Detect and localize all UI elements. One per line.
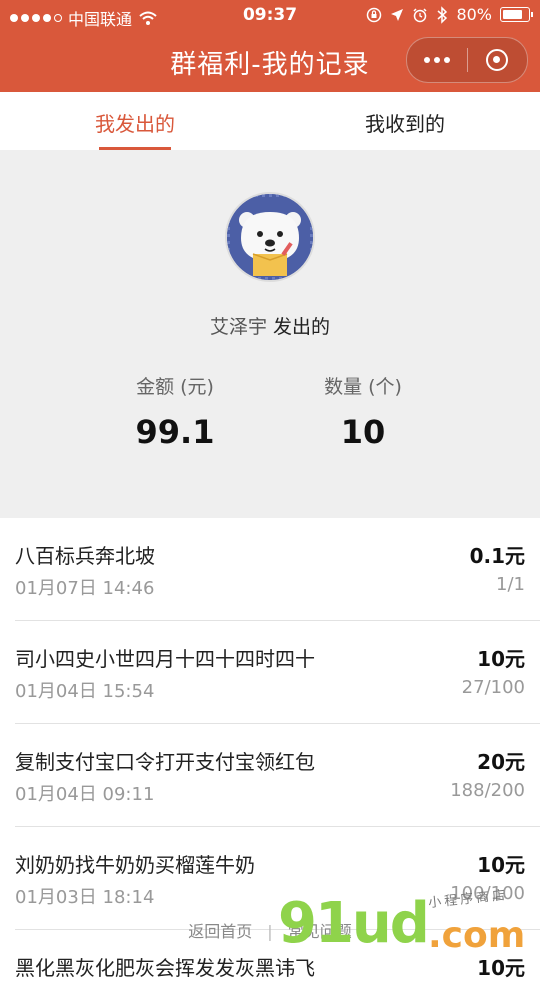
target-close-icon [486,49,509,71]
location-icon [391,8,404,21]
avatar [225,192,315,282]
amount-label: 金额 (元) [136,376,214,398]
record-amount: 0.1元 [469,544,525,568]
home-link[interactable]: 返回首页 [188,922,252,941]
watermark-small: 小程序商店 [427,887,509,912]
more-button[interactable] [407,38,467,82]
more-dots-icon [423,57,450,63]
alarm-icon [413,7,427,22]
record-date: 01月04日 09:11 [15,784,155,805]
record-date: 01月04日 15:54 [15,681,155,702]
tab-received-label: 我收到的 [365,112,445,136]
record-count: 1/1 [496,574,525,595]
count-value: 10 [340,413,386,451]
bluetooth-icon [437,5,448,24]
battery-icon [500,7,533,22]
record-count: 27/100 [461,677,525,698]
close-button[interactable] [468,38,528,82]
record-date: 01月03日 18:14 [15,887,155,908]
battery-percent: 80% [456,5,492,24]
polar-bear-avatar-icon [227,194,313,280]
record-date: 01月07日 14:46 [15,578,155,599]
record-title: 复制支付宝口令打开支付宝领红包 [15,750,315,774]
list-item[interactable]: 复制支付宝口令打开支付宝领红包 20元 01月04日 09:11 188/200 [15,724,540,827]
status-right: 80% [366,5,533,24]
amount-value: 99.1 [135,413,215,451]
list-item[interactable]: 司小四史小世四月十四十四时四十 10元 01月04日 15:54 27/100 [15,621,540,724]
tab-received[interactable]: 我收到的 [270,92,540,150]
record-title: 八百标兵奔北坡 [15,544,155,568]
record-tabs: 我发出的 我收到的 [0,92,540,150]
sender-line: 艾泽宇 发出的 [0,312,540,339]
record-title: 司小四史小世四月十四十四时四十 [15,647,315,671]
footer-separator: | [267,922,273,941]
summary-panel: 艾泽宇 发出的 金额 (元) 99.1 数量 (个) 10 [0,150,540,518]
tab-sent-label: 我发出的 [95,112,175,136]
battery-level [503,10,522,19]
list-item[interactable]: 八百标兵奔北坡 0.1元 01月07日 14:46 1/1 [15,518,540,621]
record-amount: 10元 [477,647,525,671]
watermark-suffix: .com [428,915,526,956]
count-label: 数量 (个) [324,376,402,398]
record-title: 刘奶奶找牛奶奶买榴莲牛奶 [15,853,255,877]
nav-bar: 群福利-我的记录 [0,32,540,92]
watermark-logo: 91ud 小程序商店 .com [278,888,528,960]
sender-suffix: 发出的 [273,316,331,338]
count-stat: 数量 (个) 10 [263,372,463,451]
tab-sent[interactable]: 我发出的 [0,92,270,150]
mini-program-capsule [406,37,528,83]
record-amount: 10元 [477,853,525,877]
amount-stat: 金额 (元) 99.1 [75,372,275,451]
record-count: 188/200 [450,780,525,801]
record-amount: 20元 [477,750,525,774]
record-title: 黑化黑灰化肥灰会挥发发灰黑讳飞 [15,956,315,980]
lock-rotation-icon [367,7,382,22]
status-bar: 中国联通 09:37 80% [0,0,540,32]
watermark-main: 91ud [278,891,430,956]
sender-name: 艾泽宇 [209,316,267,338]
